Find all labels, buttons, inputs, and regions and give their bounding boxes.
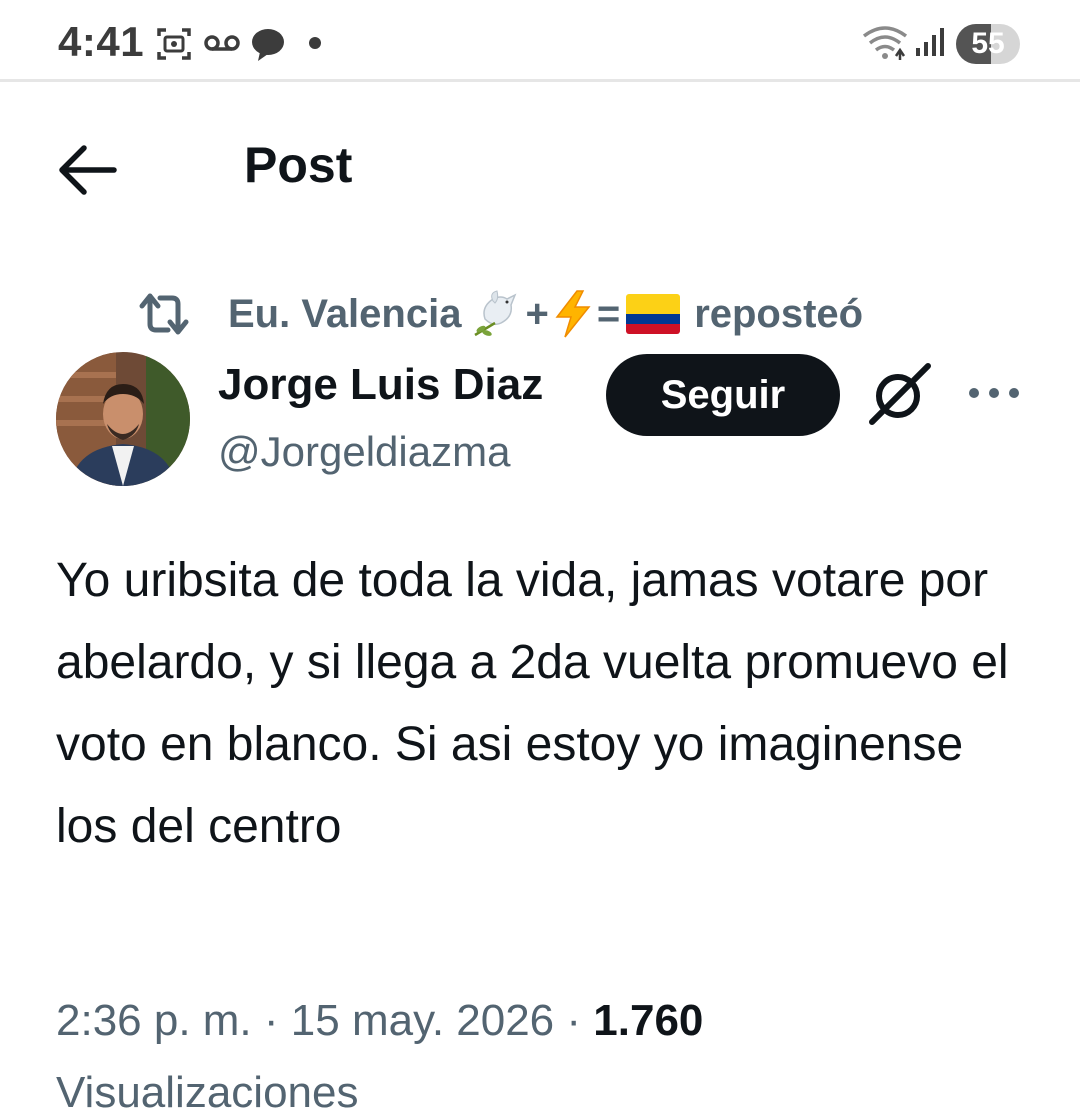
follow-button[interactable]: Seguir <box>606 354 840 436</box>
battery-level: 55 <box>971 27 1005 60</box>
back-arrow-icon[interactable] <box>56 140 120 200</box>
signal-icon <box>916 28 944 56</box>
status-time: 4:41 <box>58 18 145 65</box>
chat-bubble-icon <box>252 29 284 61</box>
repost-indicator[interactable]: Eu. Valencia + = reposteó <box>136 284 863 344</box>
views-count[interactable]: 1.760 <box>593 996 703 1045</box>
author-avatar[interactable] <box>56 352 190 486</box>
repost-plus: + <box>525 291 549 336</box>
repost-action: reposteó <box>694 291 864 336</box>
repost-user-name[interactable]: Eu. Valencia <box>228 292 461 337</box>
author-handle[interactable]: @Jorgeldiazma <box>218 428 510 476</box>
meta-separator: · <box>263 996 279 1045</box>
post-date[interactable]: 15 may. 2026 <box>291 996 554 1045</box>
repost-equals: = <box>596 291 621 336</box>
views-label: Visualizaciones <box>56 1068 359 1117</box>
grok-icon[interactable] <box>866 362 934 426</box>
screenshot-icon <box>157 28 191 60</box>
meta-separator: · <box>566 996 582 1045</box>
dove-emoji-icon <box>474 290 517 337</box>
battery-icon: 55 <box>956 24 1020 64</box>
voicemail-icon <box>204 35 240 51</box>
page-title: Post <box>244 137 353 193</box>
lightning-emoji-icon <box>555 290 591 338</box>
avatar-image <box>56 352 190 486</box>
more-options-icon[interactable] <box>966 378 1022 408</box>
notification-dot-icon <box>309 37 321 49</box>
colombia-flag-icon <box>626 294 681 334</box>
post-text: Yo uribsita de toda la vida, jamas votar… <box>56 554 1009 853</box>
post-time[interactable]: 2:36 p. m. <box>56 996 252 1045</box>
repost-icon <box>139 293 189 335</box>
status-bar: 4:41 55 <box>0 0 1080 82</box>
author-name[interactable]: Jorge Luis Diaz <box>218 360 543 410</box>
wifi-icon <box>862 26 908 60</box>
post-meta: 2:36 p. m. · 15 may. 2026 · 1.760 <box>56 996 703 1046</box>
